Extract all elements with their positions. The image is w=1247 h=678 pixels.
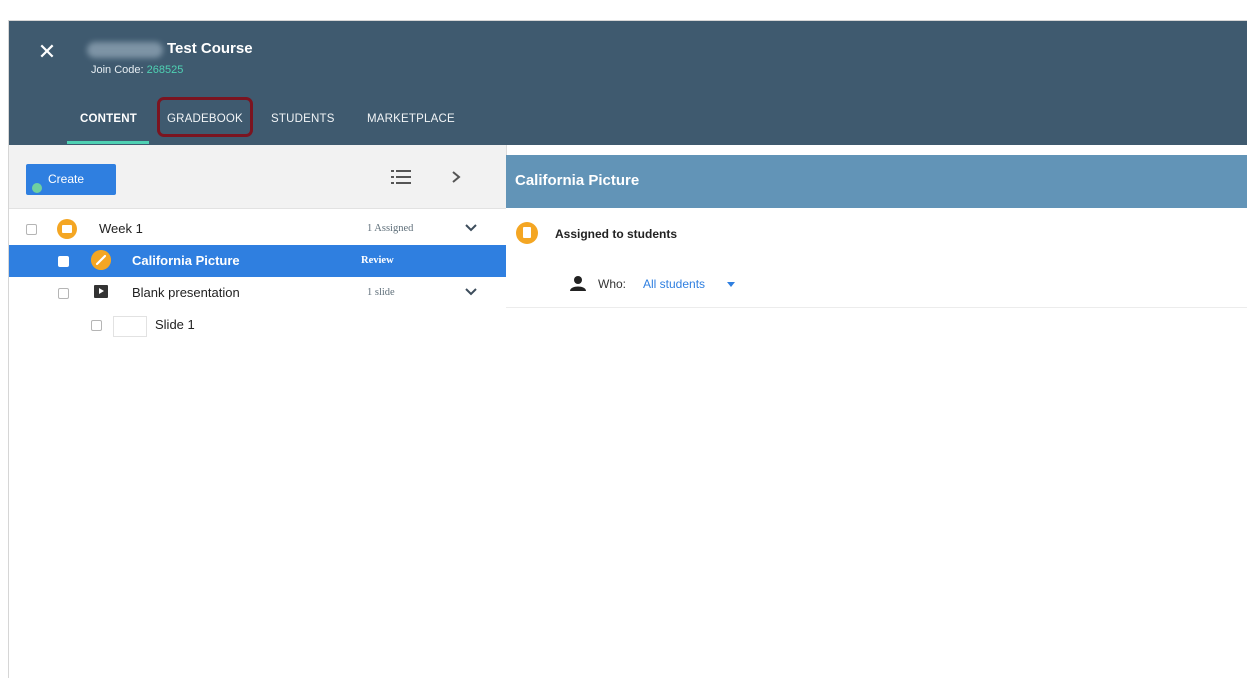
tab-content[interactable]: CONTENT [80, 109, 137, 143]
gradebook-highlight-box [157, 97, 253, 137]
assignment-icon [516, 222, 538, 244]
list-item-blank-presentation[interactable]: Blank presentation 1 slide [9, 277, 506, 309]
item-checkbox[interactable] [58, 256, 69, 267]
item-meta: 1 Assigned [367, 223, 414, 234]
who-label: Who: [598, 277, 627, 291]
join-code-label: Join Code: [91, 64, 144, 76]
detail-header: California Picture [506, 155, 1247, 208]
item-meta: 1 slide [367, 287, 395, 298]
course-title: Test Course [167, 40, 253, 57]
item-label: Blank presentation [132, 285, 240, 300]
item-label: Slide 1 [155, 317, 195, 332]
join-code-value: 268525 [146, 64, 184, 76]
app-window: ✕ Test Course Join Code: 268525 CONTENT … [8, 20, 1247, 678]
content-panel: Create Week 1 1 Assigned California Pict… [9, 145, 507, 678]
tab-students[interactable]: STUDENTS [271, 109, 335, 143]
chevron-down-icon[interactable] [464, 223, 478, 233]
caret-down-icon[interactable] [727, 282, 735, 287]
who-dropdown[interactable]: All students [643, 277, 705, 291]
item-label: Week 1 [99, 221, 143, 236]
chevron-down-icon[interactable] [464, 287, 478, 297]
chevron-right-icon[interactable] [450, 169, 462, 185]
divider [506, 307, 1247, 308]
course-header: ✕ Test Course Join Code: 268525 CONTENT … [9, 21, 1247, 145]
detail-panel: California Picture Assigned to students … [506, 155, 1247, 678]
pencil-icon [91, 250, 111, 270]
active-tab-indicator [67, 141, 149, 144]
join-code: Join Code: 268525 [91, 64, 183, 76]
item-label: California Picture [132, 253, 240, 268]
assignment-status: Assigned to students [555, 227, 678, 241]
tab-marketplace[interactable]: MARKETPLACE [367, 109, 455, 143]
list-item-california-picture[interactable]: California Picture Review [9, 245, 506, 277]
person-icon [570, 276, 586, 291]
list-icon[interactable] [391, 170, 411, 184]
slide-thumbnail [113, 316, 147, 337]
presentation-icon [94, 285, 108, 298]
click-indicator [32, 183, 42, 193]
folder-icon [57, 219, 77, 239]
item-meta: Review [361, 255, 394, 266]
content-toolbar: Create [9, 145, 506, 209]
item-checkbox[interactable] [91, 320, 102, 331]
close-icon[interactable]: ✕ [35, 41, 59, 65]
item-checkbox[interactable] [58, 288, 69, 299]
list-item-week-1[interactable]: Week 1 1 Assigned [9, 213, 506, 245]
blurred-course-prefix [87, 42, 163, 58]
detail-title: California Picture [515, 172, 640, 189]
list-item-slide-1[interactable]: Slide 1 [9, 309, 506, 341]
item-checkbox[interactable] [26, 224, 37, 235]
